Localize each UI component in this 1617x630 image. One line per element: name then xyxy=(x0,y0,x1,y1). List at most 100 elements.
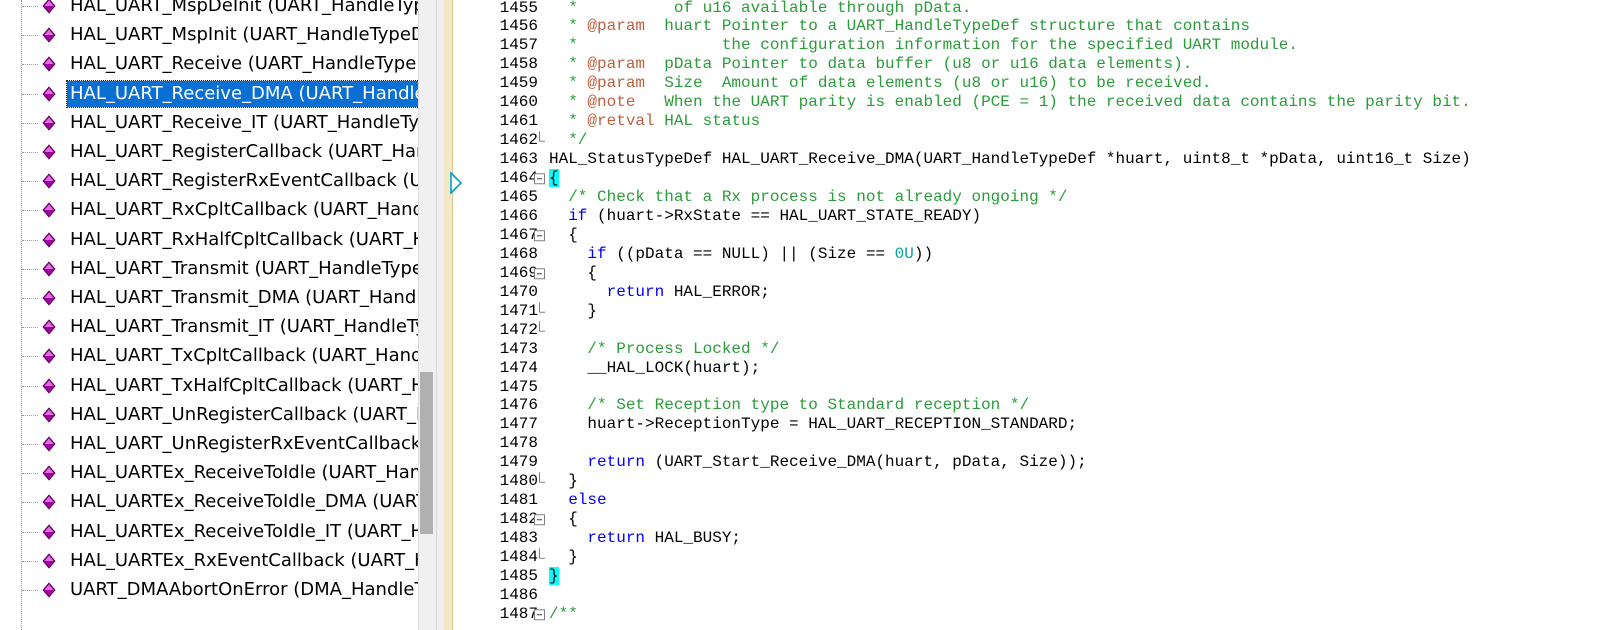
tree-scrollbar[interactable] xyxy=(418,0,436,630)
tree-item[interactable]: HAL_UART_UnRegisterCallback (UART_Handle… xyxy=(0,400,419,430)
editor-breakpoint-gutter[interactable] xyxy=(444,0,453,630)
tree-item[interactable]: HAL_UART_MspInit (UART_HandleTypeDef *hu… xyxy=(0,20,419,50)
code-doc-tag: @param xyxy=(587,17,646,36)
tree-item-label: HAL_UART_UnRegisterCallback (UART_Handle… xyxy=(70,403,419,425)
code-line[interactable]: * of u16 available through pData. xyxy=(549,0,971,18)
code-comment: * xyxy=(549,55,588,74)
fold-toggle-icon[interactable] xyxy=(533,605,547,625)
function-diamond-icon xyxy=(42,85,56,102)
tree-item-label: UART_DMAAbortOnError (DMA_HandleTypeDef … xyxy=(70,579,419,600)
code-line[interactable]: if (huart->RxState == HAL_UART_STATE_REA… xyxy=(549,207,981,227)
tree-item-label: HAL_UART_Receive_IT (UART_HandleTypeDef … xyxy=(70,111,419,133)
tree-connector xyxy=(22,210,38,212)
tree-item[interactable]: HAL_UARTEx_RxEventCallback (UART_HandleT… xyxy=(0,546,419,576)
code-line[interactable]: * @param pData Pointer to data buffer (u… xyxy=(549,55,1192,75)
code-line[interactable]: * the configuration information for the … xyxy=(549,36,1298,56)
tree-scrollbar-thumb[interactable] xyxy=(420,372,433,534)
tree-item-label: HAL_UART_MspDeInit (UART_HandleTypeDef *… xyxy=(70,0,419,16)
tree-connector xyxy=(22,327,38,329)
tree-connector xyxy=(22,385,38,387)
code-comment: * of u16 available through pData. xyxy=(549,0,972,17)
fold-toggle-icon[interactable] xyxy=(533,264,547,284)
code-line[interactable]: /* Process Locked */ xyxy=(549,340,779,360)
line-number: 1462 xyxy=(499,131,538,150)
code-comment: /* Process Locked */ xyxy=(549,339,780,358)
line-number: 1484 xyxy=(499,548,538,567)
code-text: HAL_ERROR; xyxy=(664,282,770,301)
tree-item[interactable]: HAL_UARTEx_ReceiveToIdle_DMA (UART_Handl… xyxy=(0,487,419,517)
code-line[interactable]: * @note When the UART parity is enabled … xyxy=(549,93,1471,113)
fold-toggle-icon[interactable] xyxy=(533,169,547,189)
fold-toggle-icon[interactable] xyxy=(533,226,547,246)
code-line[interactable]: if ((pData == NULL) || (Size == 0U)) xyxy=(549,245,933,265)
tree-item[interactable]: HAL_UART_RegisterRxEventCallback (UART_H… xyxy=(0,166,419,196)
fold-end-marker xyxy=(539,301,545,313)
function-diamond-icon xyxy=(42,144,56,160)
tree-item[interactable]: HAL_UART_RegisterCallback (UART_HandleTy… xyxy=(0,137,419,167)
tree-item[interactable]: HAL_UART_Transmit_DMA (UART_HandleTypeDe… xyxy=(0,283,419,313)
code-line[interactable]: /* Set Reception type to Standard recept… xyxy=(549,396,1029,416)
code-line[interactable]: /** xyxy=(549,605,578,625)
code-text: ((pData == NULL) || (Size == xyxy=(606,244,895,263)
code-line[interactable]: HAL_StatusTypeDef HAL_UART_Receive_DMA(U… xyxy=(549,150,1471,170)
code-line[interactable]: return (UART_Start_Receive_DMA(huart, pD… xyxy=(549,453,1086,473)
tree-item-label: HAL_UART_RegisterCallback (UART_HandleTy… xyxy=(70,141,419,162)
code-line[interactable]: */ xyxy=(549,131,587,151)
line-number: 1465 xyxy=(499,188,538,206)
code-line[interactable]: else xyxy=(549,491,606,511)
code-line[interactable]: { xyxy=(549,226,578,246)
code-line[interactable]: { xyxy=(549,264,597,284)
code-line[interactable]: return HAL_ERROR; xyxy=(549,283,770,303)
tree-connector xyxy=(22,414,38,416)
code-line[interactable]: return HAL_BUSY; xyxy=(549,529,741,549)
code-line[interactable]: } xyxy=(549,548,578,568)
code-line[interactable]: __HAL_LOCK(huart); xyxy=(549,359,760,379)
code-line[interactable]: * @retval HAL status xyxy=(549,112,760,132)
tree-item[interactable]: HAL_UART_TxHalfCpltCallback (UART_Handle… xyxy=(0,371,419,401)
tree-connector xyxy=(22,298,38,299)
tree-item[interactable]: HAL_UART_Transmit (UART_HandleTypeDef *h… xyxy=(0,254,419,284)
tree-item[interactable]: HAL_UART_Transmit_IT (UART_HandleTypeDef… xyxy=(0,312,419,342)
tree-item[interactable]: HAL_UART_Receive_DMA (UART_HandleTypeDef… xyxy=(0,79,420,109)
code-comment: * xyxy=(549,74,588,93)
code-line[interactable]: * @param huart Pointer to a UART_HandleT… xyxy=(549,17,1250,37)
function-diamond-icon xyxy=(42,0,56,14)
tree-item[interactable]: HAL_UARTEx_ReceiveToIdle (UART_HandleTyp… xyxy=(0,458,419,488)
tree-item[interactable]: HAL_UART_UnRegisterRxEventCallback (UART… xyxy=(0,429,419,459)
code-line[interactable]: /* Check that a Rx process is not alread… xyxy=(549,188,1067,208)
tree-connector xyxy=(22,473,38,475)
code-line[interactable]: } xyxy=(549,472,578,492)
code-doc-tag: @param xyxy=(587,55,646,74)
code-text: HAL_BUSY; xyxy=(645,529,742,548)
tree-item[interactable]: HAL_UART_RxCpltCallback (UART_HandleType… xyxy=(0,195,419,225)
code-editor[interactable]: 1455 * of u16 available through pData. 14… xyxy=(444,0,1617,630)
code-line[interactable]: huart->ReceptionType = HAL_UART_RECEPTIO… xyxy=(549,415,1077,435)
tree-item[interactable]: HAL_UART_Receive_IT (UART_HandleTypeDef … xyxy=(0,108,419,138)
line-number: 1464 xyxy=(499,169,538,188)
tree-item-label: HAL_UART_Receive_DMA (UART_HandleTypeDef… xyxy=(66,79,420,108)
tree-item-label: HAL_UART_RegisterRxEventCallback (UART_H… xyxy=(70,170,419,192)
code-line[interactable]: { xyxy=(549,169,559,189)
tree-item[interactable]: HAL_UART_Receive (UART_HandleTypeDef *hu… xyxy=(0,49,419,79)
fold-toggle-icon[interactable] xyxy=(533,510,547,530)
tree-connector xyxy=(22,181,38,183)
code-line[interactable]: * @param Size Amount of data elements (u… xyxy=(549,74,1211,94)
code-line[interactable]: } xyxy=(549,567,559,587)
tree-item-label: HAL_UART_TxHalfCpltCallback (UART_Handle… xyxy=(70,374,419,396)
function-tree[interactable]: HAL_UART_MspDeInit (UART_HandleTypeDef *… xyxy=(0,0,420,630)
tree-item[interactable]: HAL_UART_TxCpltCallback (UART_HandleType… xyxy=(0,341,419,371)
tree-item[interactable]: HAL_UART_MspDeInit (UART_HandleTypeDef *… xyxy=(0,0,419,21)
code-text: huart->ReceptionType = HAL_UART_RECEPTIO… xyxy=(549,415,1078,434)
code-line[interactable]: } xyxy=(549,302,597,322)
line-number: 1486 xyxy=(499,585,538,604)
code-keyword: return xyxy=(606,282,665,301)
tree-item[interactable]: UART_DMAAbortOnError (DMA_HandleTypeDef … xyxy=(0,575,419,605)
tree-item[interactable]: HAL_UARTEx_ReceiveToIdle_IT (UART_Handle… xyxy=(0,517,419,547)
line-number: 1469 xyxy=(499,263,538,282)
function-diamond-icon xyxy=(42,377,56,394)
tree-item[interactable]: HAL_UART_RxHalfCpltCallback (UART_Handle… xyxy=(0,225,419,255)
line-number: 1463 xyxy=(499,150,538,169)
code-line[interactable]: { xyxy=(549,510,578,530)
